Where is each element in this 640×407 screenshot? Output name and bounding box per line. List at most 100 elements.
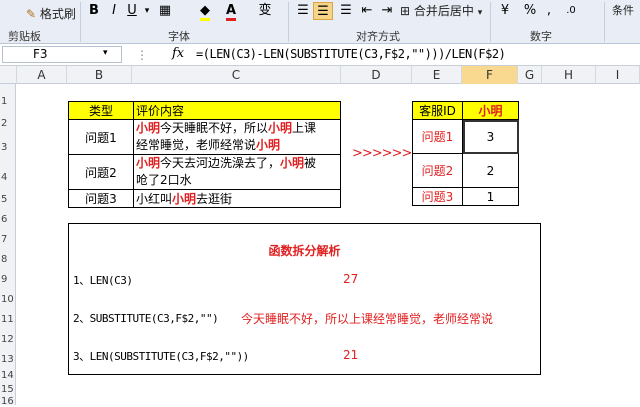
row-header[interactable]: 11 (0, 314, 16, 325)
divider (288, 2, 289, 42)
column-header-e[interactable]: E (412, 66, 462, 84)
border-icon[interactable]: ▦ (156, 2, 174, 20)
column-header-bar: A B C D E F G H I (0, 66, 640, 84)
currency-icon[interactable]: ¥ (496, 2, 514, 20)
underline-button[interactable]: U (124, 2, 140, 20)
table-row: 问题2 小明今天去河边洗澡去了，小明被 呛了2口水 (68, 154, 341, 190)
content-cell[interactable]: 小明今天睡眠不好，所以小明上课 经常睡觉，老师经常说小明 (133, 119, 341, 155)
header-type[interactable]: 类型 (68, 101, 134, 120)
increase-indent-icon[interactable]: ⇥ (378, 2, 396, 20)
divider (604, 2, 605, 42)
row-header[interactable]: 2 (0, 118, 16, 129)
column-header-f[interactable]: F (462, 66, 518, 84)
type-cell[interactable]: 问题3 (68, 189, 134, 208)
column-header-i[interactable]: I (596, 66, 640, 84)
step-3-label: 3、LEN(SUBSTITUTE(C3,F$2,"")) (73, 350, 249, 363)
conditional-format-button[interactable]: 条件 (612, 2, 634, 18)
table-header-row: 类型 评价内容 (68, 101, 341, 120)
align-center-icon[interactable]: ☰ (313, 2, 333, 20)
underline-dropdown-icon[interactable]: ▾ (142, 2, 152, 20)
chevron-down-icon: ▾ (477, 8, 483, 18)
row-header[interactable]: 12 (0, 334, 16, 345)
merge-icon: ⊞ (400, 4, 411, 18)
row-header[interactable]: 14 (0, 370, 16, 381)
phonetic-icon[interactable]: 变 (256, 2, 274, 20)
insert-function-icon[interactable]: fx (172, 46, 184, 61)
step-2-label: 2、SUBSTITUTE(C3,F$2,"") (73, 312, 219, 325)
header-keyword[interactable]: 小明 (462, 101, 519, 120)
review-table: 类型 评价内容 问题1 小明今天睡眠不好，所以小明上课 经常睡觉，老师经常说小明 … (68, 101, 341, 208)
formula-input[interactable]: =(LEN(C3)-LEN(SUBSTITUTE(C3,F$2,"")))/LE… (196, 47, 506, 61)
row-header[interactable]: 13 (0, 354, 16, 365)
align-right-icon[interactable]: ☰ (337, 2, 355, 20)
table-row: 问题2 2 (412, 153, 519, 188)
percent-button[interactable]: % (522, 2, 538, 20)
merge-center-button[interactable]: ⊞ 合并后居中 ▾ (400, 2, 482, 19)
id-cell[interactable]: 问题2 (412, 153, 463, 188)
type-cell[interactable]: 问题2 (68, 154, 134, 190)
type-cell[interactable]: 问题1 (68, 119, 134, 155)
explanation-panel: 函数拆分解析 1、LEN(C3) 27 2、SUBSTITUTE(C3,F$2,… (68, 223, 541, 375)
column-header-h[interactable]: H (542, 66, 596, 84)
row-header[interactable]: 3 (0, 142, 16, 153)
column-header-d[interactable]: D (341, 66, 412, 84)
id-cell[interactable]: 问题1 (412, 119, 463, 154)
divider (80, 2, 81, 42)
number-group-label: 数字 (530, 30, 552, 43)
increase-decimal-icon[interactable]: .0 (562, 2, 580, 20)
content-line-1: 小明今天睡眠不好，所以小明上课 (136, 121, 317, 135)
row-header[interactable]: 8 (0, 254, 16, 265)
row-header[interactable]: 1 (0, 96, 16, 107)
row-header[interactable]: 9 (0, 274, 16, 285)
arrow-indicator: >>>>>> (352, 146, 412, 161)
brush-icon: ✎ (26, 7, 37, 21)
table-row: 问题1 小明今天睡眠不好，所以小明上课 经常睡觉，老师经常说小明 (68, 119, 341, 155)
row-header-bar: 1 2 3 4 5 6 7 8 9 10 11 12 13 14 15 16 (0, 84, 16, 407)
italic-button[interactable]: I (106, 2, 122, 20)
font-color-icon[interactable]: A (222, 2, 240, 21)
chevron-down-icon[interactable]: ▾ (103, 48, 108, 58)
formula-bar: F3 ▾ ⋮ fx =(LEN(C3)-LEN(SUBSTITUTE(C3,F$… (0, 44, 640, 66)
header-content[interactable]: 评价内容 (133, 101, 341, 120)
content-line-1: 小明今天去河边洗澡去了，小明被 (136, 156, 317, 170)
more-dots-icon: ⋮ (136, 48, 148, 62)
row-header[interactable]: 7 (0, 234, 16, 245)
row-header[interactable]: 15 (0, 384, 16, 395)
count-cell[interactable]: 1 (462, 187, 519, 206)
row-header[interactable]: 6 (0, 214, 16, 225)
content-cell[interactable]: 小红叫小明去逛街 (133, 189, 341, 208)
row-header[interactable]: 5 (0, 194, 16, 205)
table-row: 问题1 3 (412, 119, 519, 154)
column-header-b[interactable]: B (67, 66, 132, 84)
column-header-c[interactable]: C (132, 66, 341, 84)
divider (490, 2, 491, 42)
alignment-group-label: 对齐方式 (356, 30, 400, 43)
id-cell[interactable]: 问题3 (412, 187, 463, 206)
row-header[interactable]: 4 (0, 172, 16, 183)
step-2-value: 今天睡眠不好，所以上课经常睡觉，老师经常说 (241, 312, 494, 326)
table-header-row: 客服ID 小明 (412, 101, 519, 120)
ribbon: ✎ 格式刷 剪贴板 B I U ▾ ▦ ◆ A 变 字体 ☰ ☰ ☰ ⇤ ⇥ ⊞… (0, 0, 640, 44)
row-header[interactable]: 16 (0, 396, 16, 407)
step-3-value: 21 (343, 348, 359, 362)
bold-button[interactable]: B (86, 2, 102, 20)
fill-color-icon[interactable]: ◆ (196, 2, 214, 21)
content-cell[interactable]: 小明今天去河边洗澡去了，小明被 呛了2口水 (133, 154, 341, 190)
count-cell[interactable]: 2 (462, 153, 519, 188)
content-line-2: 呛了2口水 (136, 173, 192, 187)
select-all-corner[interactable] (0, 66, 17, 84)
table-row: 问题3 小红叫小明去逛街 (68, 189, 341, 208)
header-service-id[interactable]: 客服ID (412, 101, 463, 120)
count-table: 客服ID 小明 问题1 3 问题2 2 问题3 1 (412, 101, 519, 206)
column-header-a[interactable]: A (17, 66, 67, 84)
step-1-label: 1、LEN(C3) (73, 274, 133, 287)
comma-button[interactable]: , (542, 2, 556, 20)
decrease-indent-icon[interactable]: ⇤ (358, 2, 376, 20)
format-painter-button[interactable]: ✎ 格式刷 (26, 5, 76, 22)
row-header[interactable]: 10 (0, 294, 16, 305)
column-header-g[interactable]: G (518, 66, 542, 84)
table-row: 问题3 1 (412, 187, 519, 206)
count-cell-selected[interactable]: 3 (462, 119, 519, 154)
align-left-icon[interactable]: ☰ (294, 2, 312, 20)
step-1-value: 27 (343, 272, 359, 286)
